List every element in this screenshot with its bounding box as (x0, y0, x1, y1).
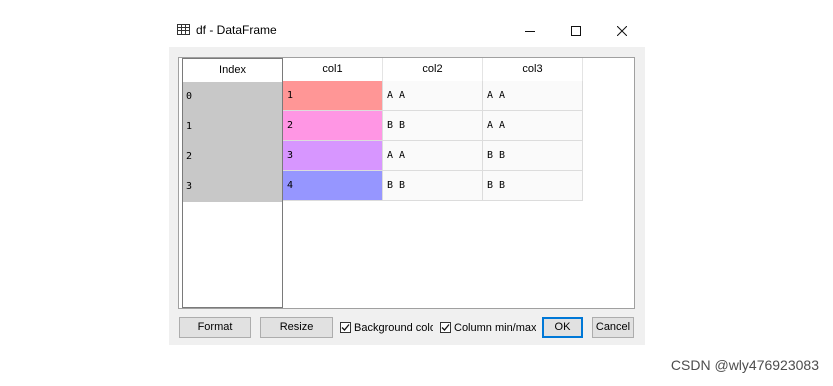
column-header-col2[interactable]: col2 (383, 58, 483, 81)
watermark-text: CSDN @wly476923083 (670, 357, 819, 373)
index-header[interactable]: Index (183, 59, 282, 83)
background-color-label: Background color (354, 321, 433, 334)
table-cell[interactable]: A A (383, 141, 483, 171)
dataframe-table[interactable]: Index 0 1 2 3 col1 col2 col3 1 A A A A 2… (178, 57, 635, 309)
index-cell[interactable]: 0 (183, 82, 282, 112)
format-button[interactable]: Format (179, 317, 251, 338)
column-minmax-checkbox[interactable]: Column min/max (440, 317, 536, 338)
checkmark-icon (341, 324, 350, 331)
table-cell[interactable]: A A (483, 111, 583, 141)
table-cell[interactable]: B B (483, 141, 583, 171)
table-cell[interactable]: 1 (283, 81, 383, 111)
column-minmax-label: Column min/max (454, 321, 536, 334)
checkbox-box[interactable] (340, 322, 351, 333)
table-cell[interactable]: 2 (283, 111, 383, 141)
table-cell[interactable]: B B (383, 111, 483, 141)
index-cell[interactable]: 2 (183, 142, 282, 172)
table-cell[interactable]: B B (383, 171, 483, 201)
column-header-col1[interactable]: col1 (283, 58, 383, 81)
resize-button[interactable]: Resize (260, 317, 333, 338)
cancel-button[interactable]: Cancel (592, 317, 634, 338)
maximize-button[interactable] (553, 14, 599, 47)
close-icon (617, 25, 627, 36)
minimize-button[interactable] (507, 14, 553, 47)
index-cell[interactable]: 3 (183, 172, 282, 202)
table-cell[interactable]: A A (483, 81, 583, 111)
index-panel: Index 0 1 2 3 (182, 58, 283, 308)
background-color-checkbox[interactable]: Background color (340, 317, 433, 338)
ok-button[interactable]: OK (542, 317, 583, 338)
minimize-icon (525, 30, 535, 32)
checkmark-icon (441, 324, 450, 331)
window-title: df - DataFrame (196, 23, 277, 37)
close-button[interactable] (599, 14, 645, 47)
table-cell[interactable]: A A (383, 81, 483, 111)
table-cell[interactable]: 4 (283, 171, 383, 201)
table-icon (177, 24, 190, 35)
table-cell[interactable]: B B (483, 171, 583, 201)
maximize-icon (571, 25, 581, 36)
column-header-col3[interactable]: col3 (483, 58, 583, 81)
title-bar[interactable]: df - DataFrame (169, 14, 645, 47)
table-cell[interactable]: 3 (283, 141, 383, 171)
dataframe-window: df - DataFrame Index 0 1 2 3 col1 col2 c… (169, 14, 645, 345)
checkbox-box[interactable] (440, 322, 451, 333)
index-cell[interactable]: 1 (183, 112, 282, 142)
